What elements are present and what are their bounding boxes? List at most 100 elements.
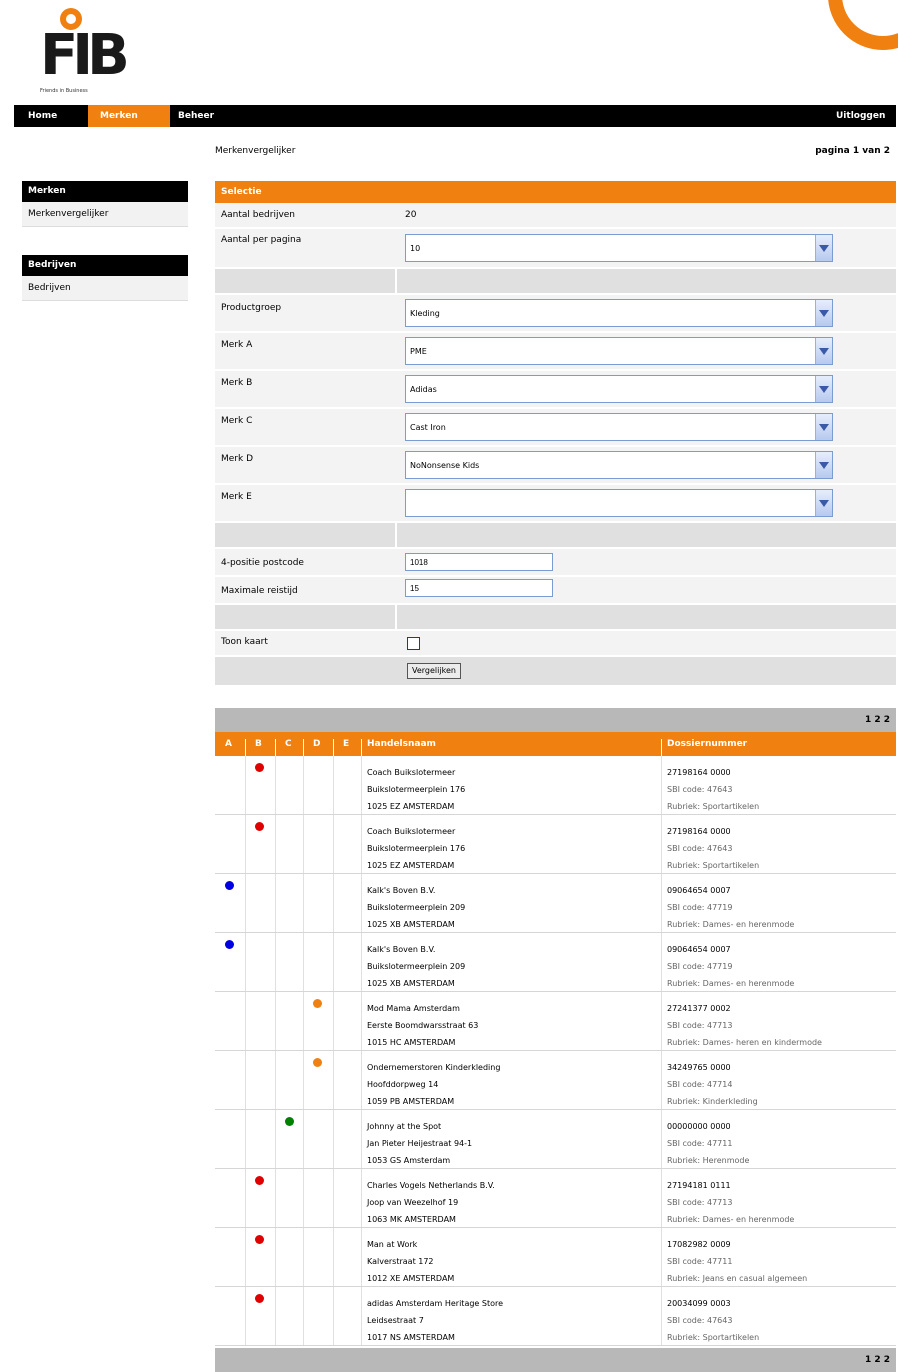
- productgroup-select[interactable]: Kleding: [405, 299, 833, 327]
- sbi-code: SBI code: 47711: [667, 1139, 733, 1148]
- sidebar-item-bedrijven[interactable]: Bedrijven: [22, 276, 188, 301]
- company-name[interactable]: Coach Buikslotermeer: [367, 823, 465, 840]
- col-b: B: [255, 739, 262, 749]
- chevron-down-icon[interactable]: [815, 452, 832, 478]
- selection-title: Selectie: [215, 181, 896, 203]
- rubriek: Rubriek: Dames- en herenmode: [667, 920, 795, 929]
- company-name[interactable]: Kalk's Boven B.V.: [367, 941, 465, 958]
- nav-home[interactable]: Home: [14, 105, 88, 127]
- results-pager-bottom: 1 2 2: [215, 1348, 896, 1372]
- company-city: 1025 XB AMSTERDAM: [367, 979, 455, 988]
- pager-links[interactable]: 1 2 2: [865, 715, 890, 725]
- company-name[interactable]: Kalk's Boven B.V.: [367, 882, 465, 899]
- company-name[interactable]: Ondernemerstoren Kinderkleding: [367, 1059, 500, 1076]
- company-name[interactable]: adidas Amsterdam Heritage Store: [367, 1295, 503, 1312]
- nav-merken[interactable]: Merken: [88, 105, 170, 127]
- brand-c-select[interactable]: Cast Iron: [405, 413, 833, 441]
- brand-e-select[interactable]: [405, 489, 833, 517]
- brand-c-row: Merk C Cast Iron: [215, 409, 896, 447]
- company-city: 1017 NS AMSTERDAM: [367, 1333, 455, 1342]
- brand-d-label: Merk D: [221, 454, 254, 464]
- company-street: Jan Pieter Heijestraat 94-1: [367, 1139, 473, 1148]
- rubriek: Rubriek: Sportartikelen: [667, 1333, 760, 1342]
- chevron-down-icon[interactable]: [815, 490, 832, 516]
- brand-dot-icon: [313, 999, 322, 1008]
- brand-dot-icon: [255, 763, 264, 772]
- separator-row: [215, 605, 896, 631]
- company-street: Buikslotermeerplein 176: [367, 844, 466, 853]
- company-name[interactable]: Man at Work: [367, 1236, 454, 1253]
- per-page-label: Aantal per pagina: [221, 235, 302, 245]
- dossier-number: 09064654 0007: [667, 886, 731, 895]
- result-row: Coach Buikslotermeer Buikslotermeerplein …: [215, 756, 896, 815]
- sbi-code: SBI code: 47643: [667, 844, 733, 853]
- chevron-down-icon[interactable]: [815, 338, 832, 364]
- brand-dot-icon: [225, 940, 234, 949]
- sidebar-section-bedrijven: Bedrijven Bedrijven: [22, 255, 188, 301]
- col-dossiernummer: Dossiernummer: [667, 739, 748, 749]
- company-street: Buikslotermeerplein 209: [367, 903, 466, 912]
- chevron-down-icon[interactable]: [815, 300, 832, 326]
- result-row: Coach Buikslotermeer Buikslotermeerplein …: [215, 815, 896, 874]
- submit-row: Vergelijken: [215, 657, 896, 687]
- distance-label: Maximale reistijd: [221, 586, 298, 596]
- logo-dot-icon: [60, 8, 82, 30]
- per-page-select[interactable]: 10: [405, 234, 833, 262]
- chevron-down-icon[interactable]: [815, 376, 832, 402]
- chevron-down-icon[interactable]: [815, 235, 832, 261]
- result-row: Kalk's Boven B.V. Buikslotermeerplein 209…: [215, 874, 896, 933]
- rubriek: Rubriek: Jeans en casual algemeen: [667, 1274, 808, 1283]
- productgroup-label: Productgroep: [221, 303, 282, 313]
- dossier-number: 27241377 0002: [667, 1004, 731, 1013]
- sbi-code: SBI code: 47719: [667, 962, 733, 971]
- brand-dot-icon: [255, 1235, 264, 1244]
- chevron-down-icon[interactable]: [815, 414, 832, 440]
- fib-logo[interactable]: FIB Friends in Business: [40, 8, 130, 94]
- rubriek: Rubriek: Sportartikelen: [667, 802, 760, 811]
- company-city: 1025 XB AMSTERDAM: [367, 920, 455, 929]
- rubriek: Rubriek: Dames- en herenmode: [667, 1215, 795, 1224]
- col-handelsnaam: Handelsnaam: [367, 739, 436, 749]
- col-d: D: [313, 739, 321, 749]
- dossier-number: 27198164 0000: [667, 768, 731, 777]
- company-street: Buikslotermeerplein 176: [367, 785, 466, 794]
- brand-e-row: Merk E: [215, 485, 896, 523]
- brand-a-select[interactable]: PME: [405, 337, 833, 365]
- company-name[interactable]: Charles Vogels Netherlands B.V.: [367, 1177, 495, 1194]
- col-e: E: [343, 739, 350, 749]
- dossier-number: 00000000 0000: [667, 1122, 731, 1131]
- productgroup-row: Productgroep Kleding: [215, 295, 896, 333]
- company-name[interactable]: Mod Mama Amsterdam: [367, 1000, 478, 1017]
- nav-logout[interactable]: Uitloggen: [836, 105, 892, 127]
- distance-input[interactable]: [405, 579, 553, 597]
- count-label: Aantal bedrijven: [221, 210, 296, 220]
- postcode-input[interactable]: [405, 553, 553, 571]
- brand-dot-icon: [255, 822, 264, 831]
- rubriek: Rubriek: Dames- heren en kindermode: [667, 1038, 822, 1047]
- sbi-code: SBI code: 47713: [667, 1198, 733, 1207]
- brand-b-label: Merk B: [221, 378, 253, 388]
- brand-d-select[interactable]: NoNonsense Kids: [405, 451, 833, 479]
- postcode-row: 4-positie postcode: [215, 549, 896, 577]
- compare-button[interactable]: Vergelijken: [407, 663, 461, 679]
- sidebar-item-merkenvergelijker[interactable]: Merkenvergelijker: [22, 202, 188, 227]
- per-page-row: Aantal per pagina 10: [215, 229, 896, 269]
- results-table: 1 2 2 A B C D E Handelsnaam Dossiernumme…: [215, 708, 896, 1372]
- breadcrumb: Merkenvergelijker: [215, 146, 296, 156]
- pager-links[interactable]: 1 2 2: [865, 1355, 890, 1365]
- company-city: 1025 EZ AMSTERDAM: [367, 802, 455, 811]
- company-name[interactable]: Johnny at the Spot: [367, 1118, 472, 1135]
- sidebar-section-merken: Merken Merkenvergelijker: [22, 181, 188, 227]
- count-value: 20: [405, 210, 417, 220]
- company-city: 1053 GS Amsterdam: [367, 1156, 451, 1165]
- brand-b-select[interactable]: Adidas: [405, 375, 833, 403]
- company-name[interactable]: Coach Buikslotermeer: [367, 764, 465, 781]
- results-header: A B C D E Handelsnaam Dossiernummer: [215, 732, 896, 763]
- col-c: C: [285, 739, 292, 749]
- company-city: 1063 MK AMSTERDAM: [367, 1215, 456, 1224]
- results-rows: Coach Buikslotermeer Buikslotermeerplein …: [215, 756, 896, 1346]
- company-street: Eerste Boomdwarsstraat 63: [367, 1021, 479, 1030]
- map-checkbox[interactable]: [407, 637, 420, 650]
- nav-beheer[interactable]: Beheer: [178, 105, 238, 127]
- sidebar-heading: Merken: [22, 181, 188, 202]
